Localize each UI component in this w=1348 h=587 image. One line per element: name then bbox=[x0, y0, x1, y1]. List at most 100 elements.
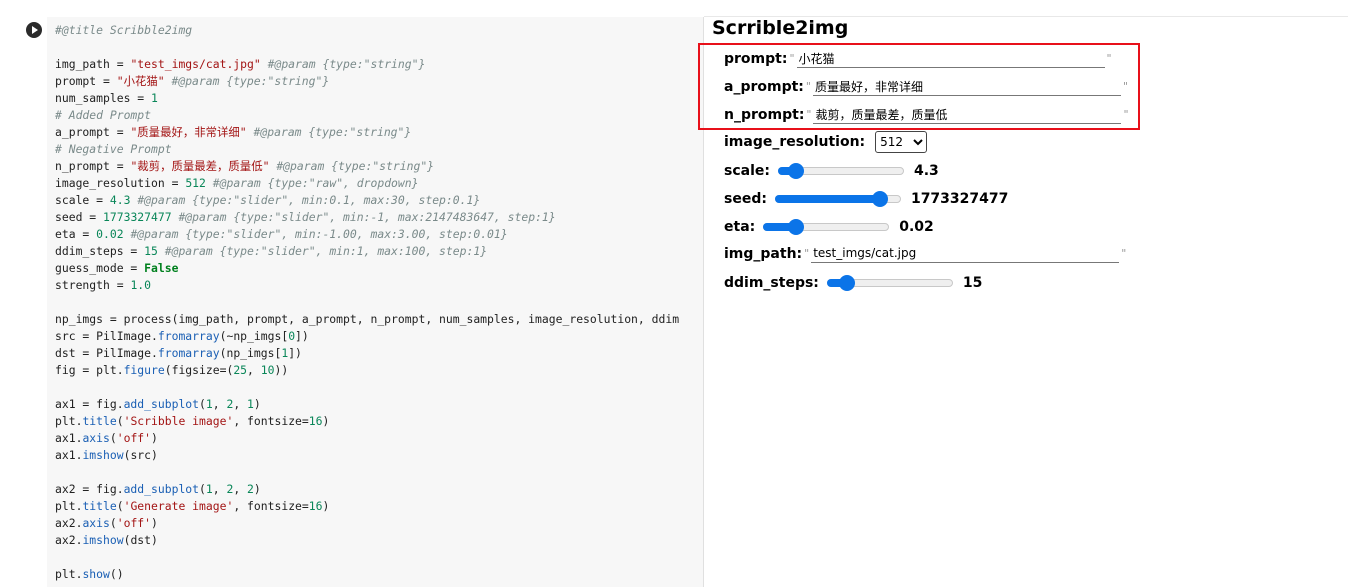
code-token: "质量最好，非常详细" bbox=[130, 125, 247, 139]
seed-label: seed: bbox=[724, 191, 767, 207]
seed-row: seed: 1773327477 bbox=[724, 191, 1008, 207]
code-line: # Added Prompt bbox=[55, 108, 151, 122]
code-token: #@param {type:"string"} bbox=[253, 125, 412, 139]
code-token: , bbox=[233, 482, 248, 496]
code-token: ( bbox=[109, 431, 117, 445]
code-token: () bbox=[109, 567, 124, 581]
code-token: ax2. bbox=[55, 516, 83, 530]
code-token: np_imgs = process(img_path, prompt, a_pr… bbox=[55, 312, 680, 326]
code-token: 1 bbox=[247, 397, 254, 411]
slider-thumb[interactable] bbox=[787, 163, 804, 179]
code-token: # Negative Prompt bbox=[55, 142, 172, 156]
code-line: eta = 0.02 #@param {type:"slider", min:-… bbox=[55, 227, 508, 241]
code-token: 4.3 bbox=[109, 193, 131, 207]
code-token: #@param {type:"string"} bbox=[276, 159, 435, 173]
open-quote: " bbox=[804, 247, 810, 260]
run-cell-button[interactable] bbox=[26, 22, 42, 38]
img-path-input[interactable] bbox=[811, 244, 1120, 263]
code-token: imshow bbox=[82, 533, 124, 547]
code-token: #@param {type:"string"} bbox=[171, 74, 330, 88]
code-token: ( bbox=[199, 482, 206, 496]
a-prompt-row: a_prompt: " " bbox=[724, 77, 1130, 96]
code-line: prompt = "小花猫" #@param {type:"string"} bbox=[55, 74, 329, 88]
code-token: plt. bbox=[55, 499, 83, 513]
image-resolution-label: image_resolution: bbox=[724, 134, 866, 150]
code-token: img_path = bbox=[55, 57, 131, 71]
code-token: axis bbox=[82, 431, 110, 445]
slider-thumb[interactable] bbox=[871, 191, 888, 207]
slider-thumb[interactable] bbox=[839, 275, 856, 291]
code-line: ax1 = fig.add_subplot(1, 2, 1) bbox=[55, 397, 261, 411]
n-prompt-input[interactable] bbox=[813, 105, 1122, 124]
close-quote: " bbox=[1122, 80, 1129, 93]
eta-row: eta: 0.02 bbox=[724, 219, 934, 235]
code-editor[interactable]: #@title Scribble2img img_path = "test_im… bbox=[47, 17, 703, 587]
code-token: plt. bbox=[55, 414, 83, 428]
code-token: 1.0 bbox=[130, 278, 152, 292]
code-token: 1 bbox=[205, 482, 213, 496]
code-token: figure bbox=[123, 363, 165, 377]
open-quote: " bbox=[806, 108, 812, 121]
code-line: ax1.imshow(src) bbox=[55, 448, 158, 462]
ddim-steps-slider[interactable] bbox=[826, 275, 953, 291]
code-token: guess_mode = bbox=[55, 261, 145, 275]
eta-value: 0.02 bbox=[899, 219, 934, 235]
image-resolution-row: image_resolution: 512 bbox=[724, 131, 928, 153]
code-line: image_resolution = 512 #@param {type:"ra… bbox=[55, 176, 418, 190]
code-token: )) bbox=[274, 363, 289, 377]
code-token: ax1 = fig. bbox=[55, 397, 124, 411]
code-token: show bbox=[82, 567, 110, 581]
code-token: ddim_steps = bbox=[55, 244, 145, 258]
params-form: Scrrible2img prompt: " " a_prompt: " " n… bbox=[704, 17, 1348, 587]
code-line: plt.title('Generate image', fontsize=16) bbox=[55, 499, 329, 513]
img-path-row: img_path: " " bbox=[724, 244, 1128, 263]
code-token: , bbox=[212, 482, 227, 496]
code-token: (~np_imgs[ bbox=[219, 329, 289, 343]
code-token: "test_imgs/cat.jpg" bbox=[130, 57, 261, 71]
code-token: , bbox=[247, 363, 261, 377]
code-token: eta = bbox=[55, 227, 97, 241]
ddim-steps-value: 15 bbox=[962, 275, 983, 291]
prompt-input[interactable] bbox=[796, 49, 1105, 68]
code-token: a_prompt = bbox=[55, 125, 131, 139]
code-token: seed = bbox=[55, 210, 104, 224]
code-token: n_prompt = bbox=[55, 159, 131, 173]
code-token: dst = PilImage. bbox=[55, 346, 158, 360]
code-token: "小花猫" bbox=[116, 74, 165, 88]
code-token: add_subplot bbox=[123, 482, 200, 496]
close-quote: " bbox=[1121, 247, 1127, 260]
code-token: #@param {type:"slider", min:-1.00, max:3… bbox=[130, 227, 508, 241]
scale-value: 4.3 bbox=[913, 163, 939, 179]
code-token: ( bbox=[199, 397, 206, 411]
eta-slider[interactable] bbox=[763, 219, 890, 235]
code-token: ) bbox=[151, 431, 158, 445]
code-token: ) bbox=[253, 482, 261, 496]
code-token: title bbox=[82, 414, 117, 428]
code-token: # Added Prompt bbox=[55, 108, 152, 122]
code-token: 'off' bbox=[116, 431, 152, 445]
code-token: 16 bbox=[308, 414, 323, 428]
a-prompt-input[interactable] bbox=[812, 77, 1121, 96]
cell-gutter bbox=[0, 0, 47, 587]
image-resolution-dropdown[interactable]: 512 bbox=[875, 131, 928, 153]
code-token: 1 bbox=[205, 397, 213, 411]
seed-slider[interactable] bbox=[774, 191, 901, 207]
code-token: ( bbox=[116, 414, 124, 428]
scale-row: scale: 4.3 bbox=[724, 163, 939, 179]
code-token: 1 bbox=[151, 91, 158, 105]
code-token: , fontsize= bbox=[233, 499, 309, 513]
code-token: imshow bbox=[82, 448, 124, 462]
scale-label: scale: bbox=[724, 163, 770, 179]
code-token: plt. bbox=[55, 567, 83, 581]
scale-slider[interactable] bbox=[777, 163, 904, 179]
form-title: Scrrible2img bbox=[712, 17, 849, 39]
code-token: ) bbox=[151, 516, 158, 530]
a-prompt-label: a_prompt: bbox=[724, 78, 804, 95]
slider-thumb[interactable] bbox=[787, 219, 804, 235]
code-line: dst = PilImage.fromarray(np_imgs[1]) bbox=[55, 346, 302, 360]
code-token: 512 bbox=[185, 176, 206, 190]
code-token: num_samples = bbox=[55, 91, 152, 105]
prompt-label: prompt: bbox=[724, 50, 788, 67]
close-quote: " bbox=[1123, 108, 1129, 121]
